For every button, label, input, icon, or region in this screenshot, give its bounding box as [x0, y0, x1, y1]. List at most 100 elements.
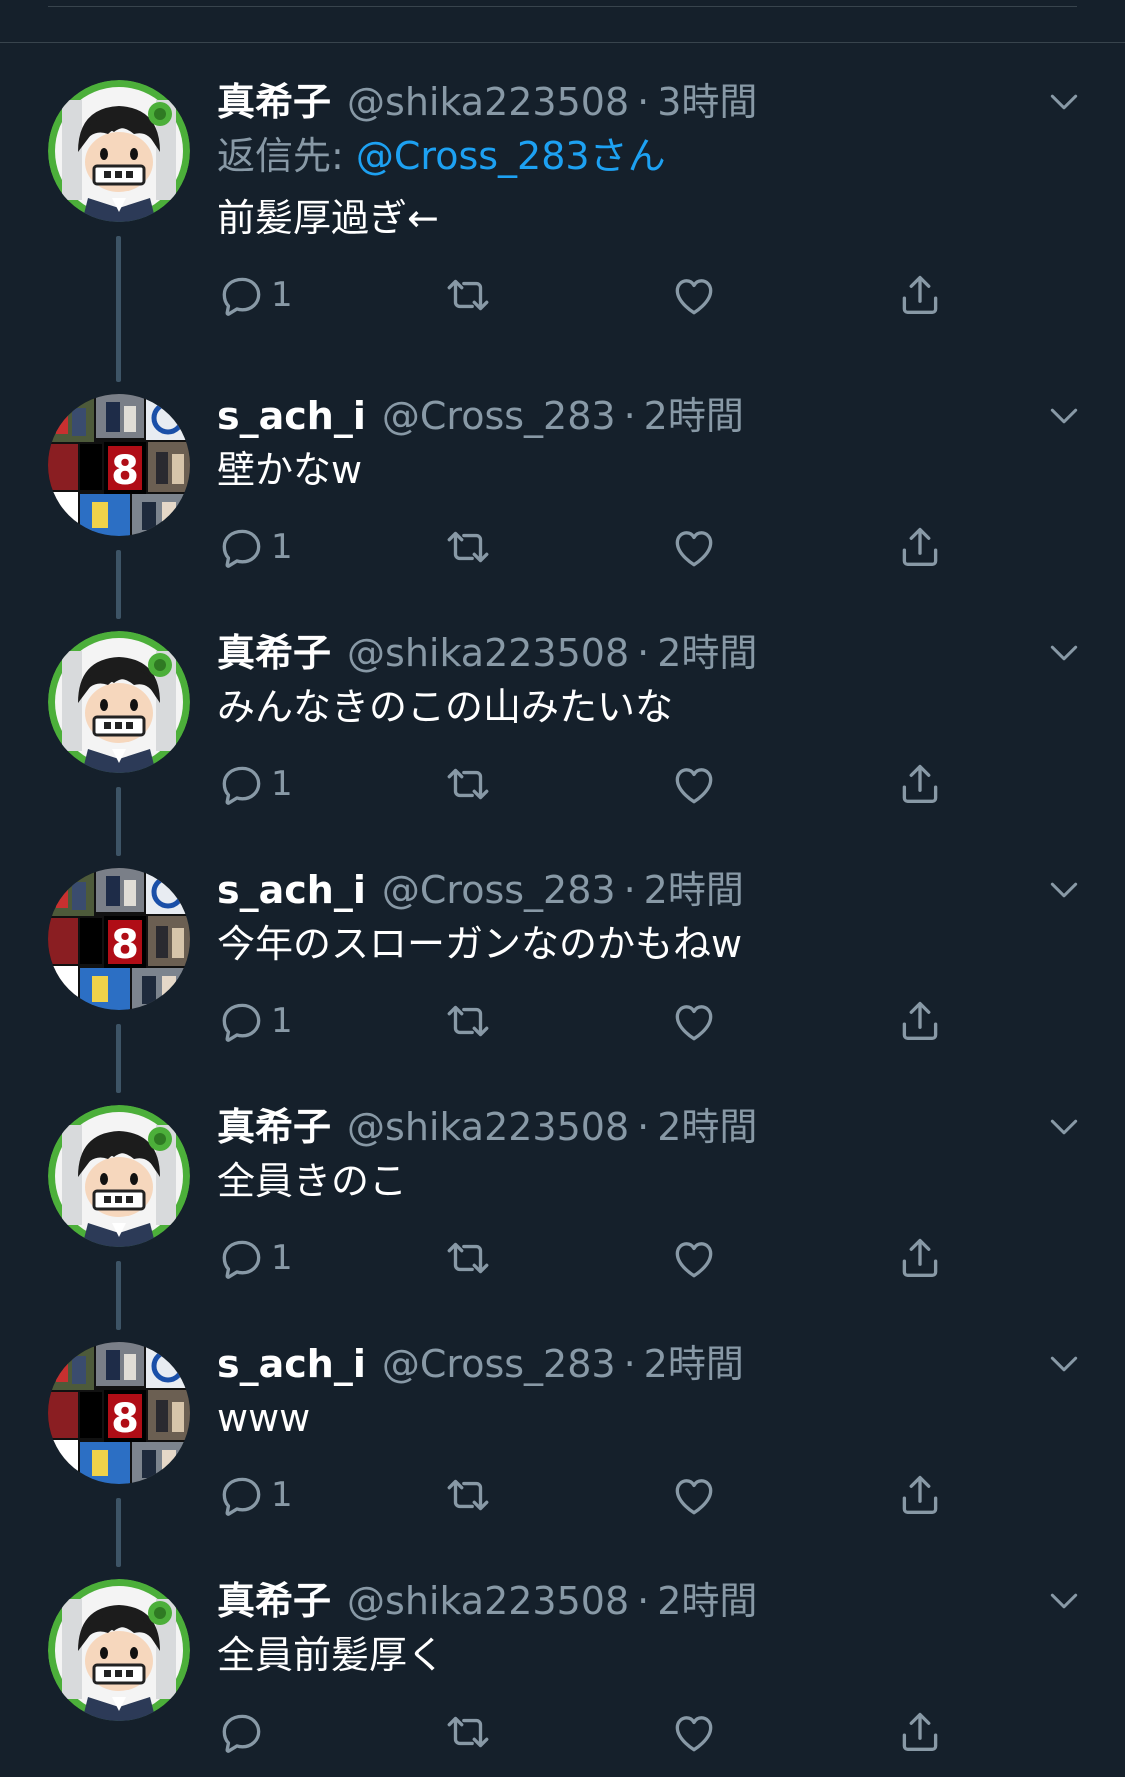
chevron-down-icon[interactable]	[1044, 396, 1084, 436]
tweet[interactable]: 8 s_ach_i @Cross_283 · 2時間 壁かなw 1	[0, 392, 1125, 629]
like-button[interactable]	[669, 1705, 719, 1759]
replying-to-label: 返信先:	[217, 134, 356, 178]
avatar[interactable]	[48, 1105, 190, 1247]
retweet-button[interactable]	[443, 520, 493, 574]
chevron-down-icon[interactable]	[1044, 1107, 1084, 1147]
timestamp[interactable]: 2時間	[644, 1340, 744, 1388]
separator-dot: ·	[623, 394, 636, 438]
like-button[interactable]	[669, 268, 719, 322]
chevron-down-icon[interactable]	[1044, 1581, 1084, 1621]
chevron-down-icon[interactable]	[1044, 1344, 1084, 1384]
avatar[interactable]: 8	[48, 868, 190, 1010]
tweet-text: みんなきのこの山みたいな	[217, 685, 674, 729]
reply-button[interactable]	[217, 1705, 271, 1759]
like-button[interactable]	[669, 1231, 719, 1285]
user-handle[interactable]: @shika223508	[347, 629, 629, 677]
share-button[interactable]	[895, 994, 945, 1048]
user-handle[interactable]: @Cross_283	[382, 866, 616, 914]
tweet[interactable]: 真希子 @shika223508 · 2時間 全員前髪厚く	[0, 1577, 1125, 1777]
share-icon	[895, 1707, 945, 1757]
user-handle[interactable]: @Cross_283	[382, 1340, 616, 1388]
tweet[interactable]: 真希子 @shika223508 · 2時間 全員きのこ 1	[0, 1103, 1125, 1340]
user-handle[interactable]: @shika223508	[347, 78, 629, 126]
display-name[interactable]: s_ach_i	[217, 1340, 366, 1388]
tweet-actions: 1	[217, 994, 997, 1048]
tweet[interactable]: 8 s_ach_i @Cross_283 · 2時間 www 1	[0, 1340, 1125, 1577]
retweet-icon	[443, 522, 493, 572]
reply-button[interactable]: 1	[217, 994, 293, 1048]
display-name[interactable]: 真希子	[217, 78, 331, 126]
reply-count: 1	[271, 764, 293, 804]
timestamp[interactable]: 3時間	[657, 78, 757, 126]
like-button[interactable]	[669, 1468, 719, 1522]
tweet[interactable]: 8 s_ach_i @Cross_283 · 2時間 今年のスローガンなのかもねw 1	[0, 866, 1125, 1103]
tweet-header: 真希子 @shika223508 · 3時間	[217, 78, 757, 126]
display-name[interactable]: 真希子	[217, 1103, 331, 1151]
avatar[interactable]: 8	[48, 394, 190, 536]
reply-button[interactable]: 1	[217, 268, 293, 322]
tweet[interactable]: 真希子 @shika223508 · 3時間 返信先: @Cross_283さん前髪厚…	[0, 78, 1125, 392]
retweet-button[interactable]	[443, 268, 493, 322]
reply-button[interactable]: 1	[217, 1468, 293, 1522]
tweet-header: s_ach_i @Cross_283 · 2時間	[217, 866, 744, 914]
tweet-text: 全員きのこ	[217, 1159, 408, 1203]
user-handle[interactable]: @shika223508	[347, 1103, 629, 1151]
user-handle[interactable]: @shika223508	[347, 1577, 629, 1625]
share-button[interactable]	[895, 1231, 945, 1285]
timestamp[interactable]: 2時間	[657, 1103, 757, 1151]
reply-count: 1	[271, 1001, 293, 1041]
display-name[interactable]: s_ach_i	[217, 392, 366, 440]
tweet-text: 今年のスローガンなのかもねw	[217, 922, 743, 966]
retweet-icon	[443, 1707, 493, 1757]
share-icon	[895, 996, 945, 1046]
like-button[interactable]	[669, 994, 719, 1048]
share-icon	[895, 1470, 945, 1520]
separator-dot: ·	[623, 868, 636, 912]
display-name[interactable]: 真希子	[217, 1577, 331, 1625]
retweet-button[interactable]	[443, 1468, 493, 1522]
share-button[interactable]	[895, 520, 945, 574]
tweet-actions: 1	[217, 1231, 997, 1285]
share-icon	[895, 759, 945, 809]
retweet-button[interactable]	[443, 1705, 493, 1759]
separator-dot: ·	[637, 80, 650, 124]
chevron-down-icon[interactable]	[1044, 82, 1084, 122]
reply-icon	[217, 1470, 267, 1520]
like-button[interactable]	[669, 520, 719, 574]
reply-button[interactable]: 1	[217, 1231, 293, 1285]
reply-button[interactable]: 1	[217, 757, 293, 811]
reply-icon	[217, 270, 267, 320]
reply-button[interactable]: 1	[217, 520, 293, 574]
display-name[interactable]: s_ach_i	[217, 866, 366, 914]
reply-icon	[217, 996, 267, 1046]
heart-icon	[669, 1470, 719, 1520]
thread-connector	[116, 787, 121, 856]
share-button[interactable]	[895, 757, 945, 811]
avatar[interactable]	[48, 1579, 190, 1721]
avatar[interactable]: 8	[48, 1342, 190, 1484]
retweet-button[interactable]	[443, 757, 493, 811]
svg-text:8: 8	[111, 1396, 139, 1442]
share-button[interactable]	[895, 1468, 945, 1522]
display-name[interactable]: 真希子	[217, 629, 331, 677]
mention-link[interactable]: @Cross_283さん	[356, 134, 666, 178]
share-button[interactable]	[895, 268, 945, 322]
timestamp[interactable]: 2時間	[644, 866, 744, 914]
retweet-button[interactable]	[443, 994, 493, 1048]
avatar[interactable]	[48, 631, 190, 773]
timestamp[interactable]: 2時間	[657, 629, 757, 677]
user-handle[interactable]: @Cross_283	[382, 392, 616, 440]
chevron-down-icon[interactable]	[1044, 870, 1084, 910]
reply-count: 1	[271, 1475, 293, 1515]
tweet-text: 前髪厚過ぎ←	[217, 196, 439, 240]
avatar[interactable]	[48, 80, 190, 222]
tweet[interactable]: 真希子 @shika223508 · 2時間 みんなきのこの山みたいな 1	[0, 629, 1125, 866]
share-button[interactable]	[895, 1705, 945, 1759]
retweet-button[interactable]	[443, 1231, 493, 1285]
heart-icon	[669, 1707, 719, 1757]
like-button[interactable]	[669, 757, 719, 811]
chevron-down-icon[interactable]	[1044, 633, 1084, 673]
timestamp[interactable]: 2時間	[657, 1577, 757, 1625]
heart-icon	[669, 522, 719, 572]
timestamp[interactable]: 2時間	[644, 392, 744, 440]
